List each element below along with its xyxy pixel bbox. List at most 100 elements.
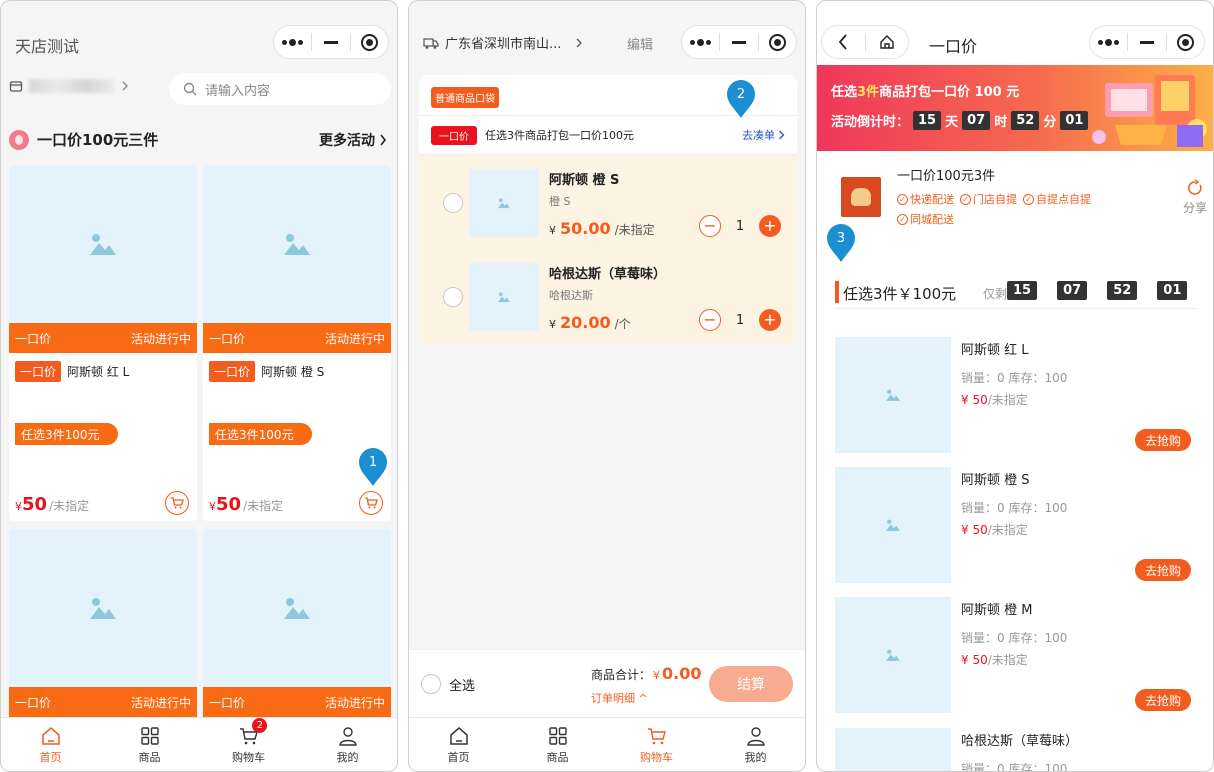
promo-icon [9,129,29,150]
search-input[interactable]: 请输入内容 [169,73,391,105]
more-menu-button[interactable] [682,26,719,58]
buy-now-button[interactable]: 去抢购 [1134,559,1191,581]
increase-button[interactable]: + [759,215,781,237]
buy-now-button[interactable]: 去抢购 [1134,689,1191,711]
product-price: ¥ 50/未指定 [961,391,1028,408]
list-item[interactable]: 阿斯顿 橙 S 销量：0 库存：100 ¥ 50/未指定 去抢购 [835,467,1197,585]
bundle-pill: 任选3件100元 [15,423,118,445]
check-icon: ✓ [897,213,908,225]
decrease-button[interactable]: − [699,309,721,331]
tab-profile[interactable]: 我的 [298,718,397,771]
tab-home[interactable]: 首页 [409,718,508,771]
activity-banner: 一口价 活动进行中 [203,687,391,717]
minimize-button[interactable] [312,26,349,58]
store-selector[interactable] [9,79,129,93]
marker-number: 1 [368,454,378,470]
product-card[interactable]: 一口价 活动进行中 一口价 阿斯顿 红 L 任选3件100元 ¥ 50 /未指定 [9,165,197,521]
section-header: 任选3件￥100元 仅剩 15 07 52 01 [835,277,1197,309]
list-item[interactable]: 阿斯顿 红 L 销量：0 库存：100 ¥ 50/未指定 去抢购 [835,337,1197,455]
more-menu-button[interactable] [274,26,311,58]
increase-button[interactable]: + [759,309,781,331]
back-button[interactable] [822,34,865,50]
quantity-value: 1 [735,312,745,328]
add-more-label: 去凑单 [742,129,775,142]
check-icon: ✓ [960,193,971,205]
delivery-address[interactable]: 广东省深圳市南山... [423,33,583,52]
more-menu-button[interactable] [1090,26,1127,58]
checkout-button[interactable]: 结算 [709,666,793,702]
cart-icon [647,727,666,744]
tab-products[interactable]: 商品 [100,718,199,771]
tab-home[interactable]: 首页 [1,718,100,771]
add-to-cart-button[interactable] [165,491,189,515]
price-unit: /未指定 [243,499,284,513]
unit-label: 天 [945,115,959,130]
grid-icon [548,726,567,745]
product-price: ¥ 50/未指定 [961,651,1028,668]
order-detail-toggle[interactable]: 订单明细 ^ [591,690,648,706]
section-accent-bar [835,281,839,303]
countdown-days: 15 [1007,281,1038,300]
product-name: 阿斯顿 橙 S [961,473,1030,488]
tab-label: 商品 [546,750,569,764]
list-item[interactable]: 哈根达斯（草莓味） 销量：0 库存：100 [835,728,1197,772]
image-placeholder-icon [498,292,510,303]
item-name: 哈根达斯（草莓味） [549,267,667,282]
annotation-marker: 2 [725,79,757,119]
activity-text: 任选3件商品打包一口价100元 [485,129,634,142]
minimize-button[interactable] [1128,26,1165,58]
tab-products[interactable]: 商品 [508,718,607,771]
more-activities-link[interactable]: 更多活动 [319,130,387,150]
buy-now-button[interactable]: 去抢购 [1134,429,1191,451]
decrease-button[interactable]: − [699,215,721,237]
tab-cart[interactable]: 购物车 [607,718,706,771]
select-all-radio[interactable] [421,674,441,694]
item-select-radio[interactable] [443,287,463,307]
product-card[interactable]: 一口价 活动进行中 [203,529,391,729]
fixed-price-tag: 一口价 [209,361,256,382]
delivery-chip: ✓ 门店自提 [960,191,1017,207]
image-placeholder-icon [886,519,900,531]
tab-label: 我的 [336,750,359,764]
item-select-radio[interactable] [443,193,463,213]
tab-label: 商品 [138,750,161,764]
store-name-redacted [29,79,115,93]
item-thumbnail[interactable] [469,169,539,237]
item-thumbnail[interactable] [469,263,539,331]
tab-cart[interactable]: 购物车 2 [199,718,298,771]
close-mini-program-button[interactable] [1167,26,1204,58]
cart-item: 哈根达斯（草莓味） 哈根达斯 ¥ 20.00 /个 − 1 + [419,251,797,343]
product-stats: 销量：0 库存：100 [961,762,1068,772]
share-label: 分享 [1182,201,1207,215]
phone-screen-activity: 一口价 任选3件商品打包一口价 100 元 活动倒计时： 15 天 07 时 5… [816,0,1214,772]
select-all[interactable]: 全选 [421,674,475,694]
minimize-button[interactable] [720,26,757,58]
edit-button[interactable]: 编辑 [627,34,653,53]
check-icon: ✓ [897,193,908,205]
more-icon [1098,38,1120,46]
cart-items: 阿斯顿 橙 S 橙 S ¥ 50.00 /未指定 − 1 + 哈根达斯（草莓味）… [419,155,797,345]
currency: ¥ [653,669,661,682]
home-icon [41,726,60,745]
list-item[interactable]: 阿斯顿 橙 M 销量：0 库存：100 ¥ 50/未指定 去抢购 [835,597,1197,715]
close-mini-program-button[interactable] [351,26,388,58]
cart-icon [171,497,184,509]
activity-banner: 一口价 活动进行中 [9,687,197,717]
add-to-cart-button[interactable] [359,491,383,515]
add-more-link[interactable]: 去凑单 [742,127,785,143]
home-button[interactable] [866,34,909,50]
close-mini-program-button[interactable] [759,26,796,58]
quantity-value: 1 [735,218,745,234]
product-image-placeholder [9,529,197,687]
quantity-stepper: − 1 + [699,215,781,237]
annotation-marker: 3 [825,223,857,263]
remaining-label: 仅剩 [983,287,1008,301]
target-icon [768,33,786,51]
product-stats: 销量：0 库存：100 [961,371,1068,385]
hero-headline: 任选3件商品打包一口价 100 元 [831,81,1019,100]
hero-text: 任选 [831,85,858,100]
share-button[interactable]: 分享 [1183,179,1207,216]
tab-profile[interactable]: 我的 [706,718,805,771]
minimize-icon [731,40,746,44]
product-card[interactable]: 一口价 活动进行中 [9,529,197,729]
